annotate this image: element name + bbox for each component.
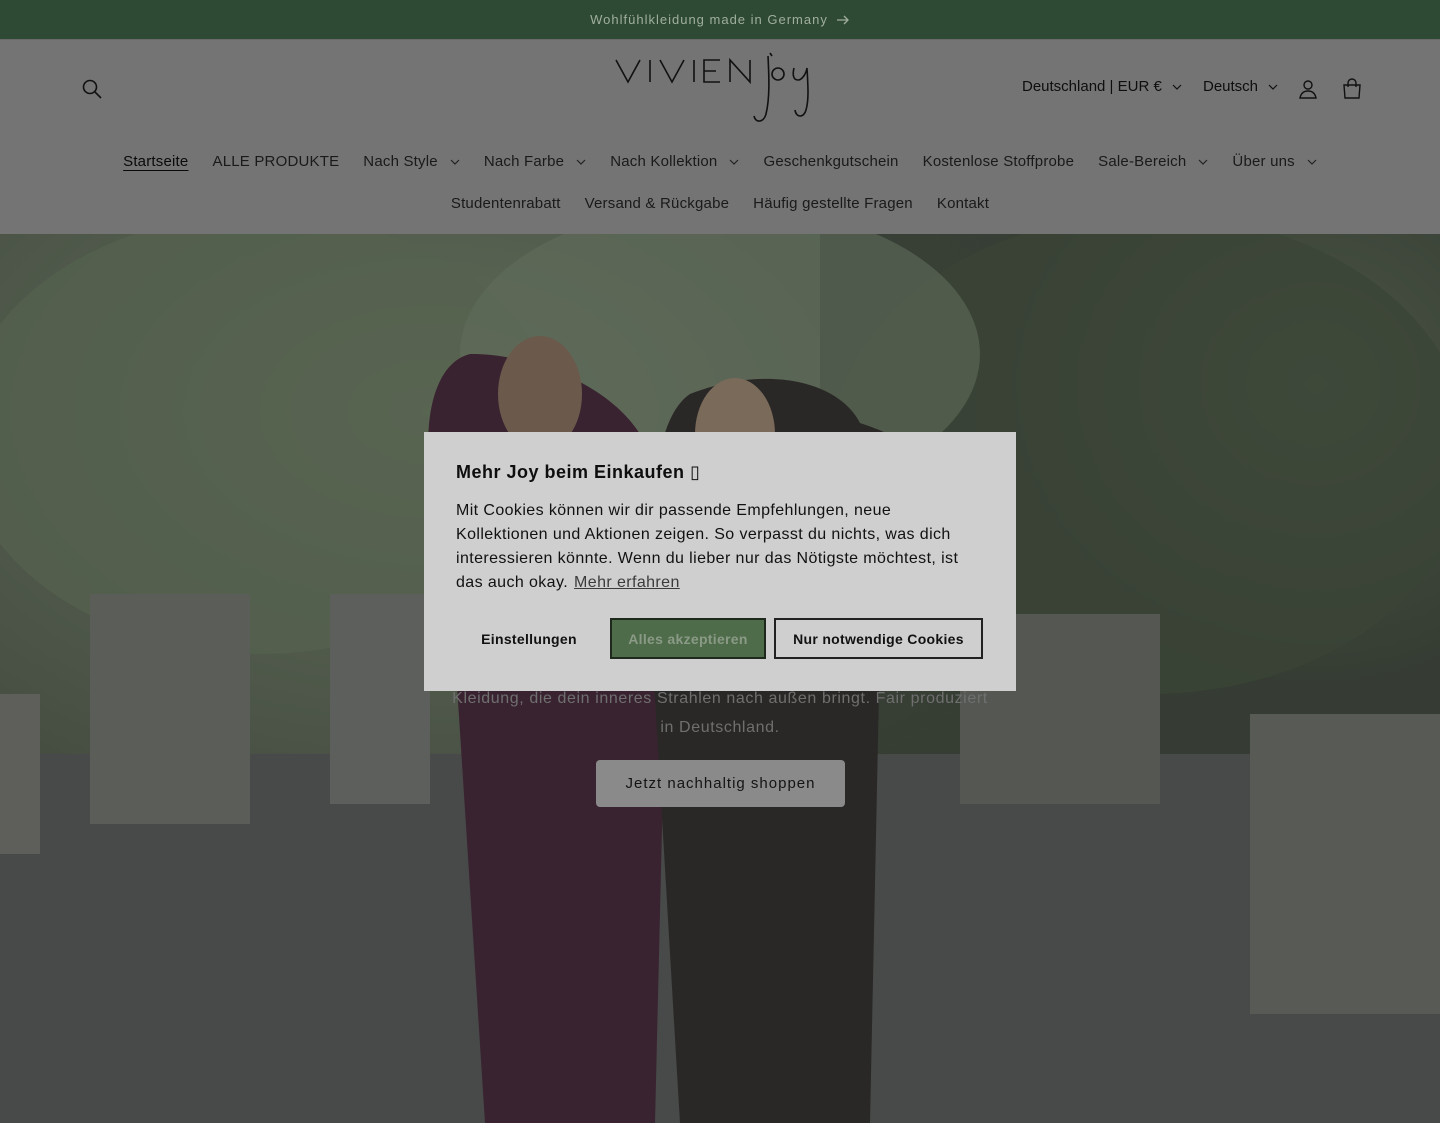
nav-item-label: Sale-Bereich — [1098, 153, 1187, 170]
site-header: Deutschland | EUR € Deutsch Startseite A… — [0, 39, 1440, 234]
cookie-settings-button[interactable]: Einstellungen — [456, 618, 602, 659]
chevron-down-icon — [1172, 84, 1182, 90]
nav-item-nach-kollektion[interactable]: Nach Kollektion — [610, 153, 739, 170]
cookie-title-text: Mehr Joy beim Einkaufen — [456, 462, 691, 482]
nav-item-kostenlose-stoffprobe[interactable]: Kostenlose Stoffprobe — [923, 153, 1075, 170]
chevron-down-icon — [1198, 159, 1208, 165]
cookie-body: Mit Cookies können wir dir passende Empf… — [456, 502, 959, 591]
nav-item-label: Nach Style — [363, 153, 438, 170]
nav-item-faq[interactable]: Häufig gestellte Fragen — [753, 195, 913, 212]
nav-item-label: Nach Kollektion — [610, 153, 718, 170]
nav-item-sale-bereich[interactable]: Sale-Bereich — [1098, 153, 1208, 170]
language-selector-label: Deutsch — [1203, 78, 1259, 95]
main-nav-row-2: Studentenrabatt Versand & Rückgabe Häufi… — [0, 195, 1440, 212]
nav-item-startseite[interactable]: Startseite — [123, 153, 188, 170]
announcement-text: Wohlfühlkleidung made in Germany — [590, 12, 828, 27]
arrow-right-icon — [836, 15, 849, 24]
announcement-bar[interactable]: Wohlfühlkleidung made in Germany — [0, 0, 1440, 39]
language-selector[interactable]: Deutsch — [1203, 78, 1278, 95]
emoji-icon: ▯ — [690, 462, 701, 482]
country-selector[interactable]: Deutschland | EUR € — [1022, 78, 1182, 95]
nav-item-alle-produkte[interactable]: ALLE PRODUKTE — [212, 153, 339, 170]
hero-subtitle: Kleidung, die dein inneres Strahlen nach… — [452, 690, 988, 736]
nav-item-nach-farbe[interactable]: Nach Farbe — [484, 153, 586, 170]
shop-now-button[interactable]: Jetzt nachhaltig shoppen — [596, 760, 845, 807]
nav-item-geschenkgutschein[interactable]: Geschenkgutschein — [763, 153, 898, 170]
cart-icon[interactable] — [1336, 73, 1368, 105]
cookie-dialog: Mehr Joy beim Einkaufen ▯ Mit Cookies kö… — [424, 432, 1016, 691]
necessary-only-button[interactable]: Nur notwendige Cookies — [774, 618, 983, 659]
chevron-down-icon — [1268, 84, 1278, 90]
chevron-down-icon — [730, 159, 739, 165]
account-icon[interactable] — [1292, 73, 1324, 105]
country-selector-label: Deutschland | EUR € — [1022, 78, 1162, 95]
cookie-text: Mit Cookies können wir dir passende Empf… — [456, 499, 984, 595]
chevron-down-icon — [450, 159, 460, 165]
cookie-buttons: Einstellungen Alles akzeptieren Nur notw… — [456, 618, 983, 659]
chevron-down-icon — [576, 159, 586, 165]
nav-item-label: Über uns — [1232, 153, 1295, 170]
chevron-down-icon — [1307, 159, 1317, 165]
nav-item-ueber-uns[interactable]: Über uns — [1232, 153, 1317, 170]
site-logo[interactable] — [610, 52, 830, 128]
nav-item-kontakt[interactable]: Kontakt — [937, 195, 989, 212]
nav-item-nach-style[interactable]: Nach Style — [363, 153, 460, 170]
main-nav-row-1: Startseite ALLE PRODUKTE Nach Style Nach… — [0, 153, 1440, 170]
nav-item-studentenrabatt[interactable]: Studentenrabatt — [451, 195, 561, 212]
nav-item-label: Nach Farbe — [483, 153, 565, 170]
accept-all-button[interactable]: Alles akzeptieren — [610, 618, 766, 659]
learn-more-link[interactable]: Mehr erfahren — [574, 574, 680, 591]
search-icon[interactable] — [76, 73, 108, 105]
cookie-title: Mehr Joy beim Einkaufen ▯ — [456, 462, 984, 483]
nav-item-versand-rueckgabe[interactable]: Versand & Rückgabe — [585, 195, 730, 212]
